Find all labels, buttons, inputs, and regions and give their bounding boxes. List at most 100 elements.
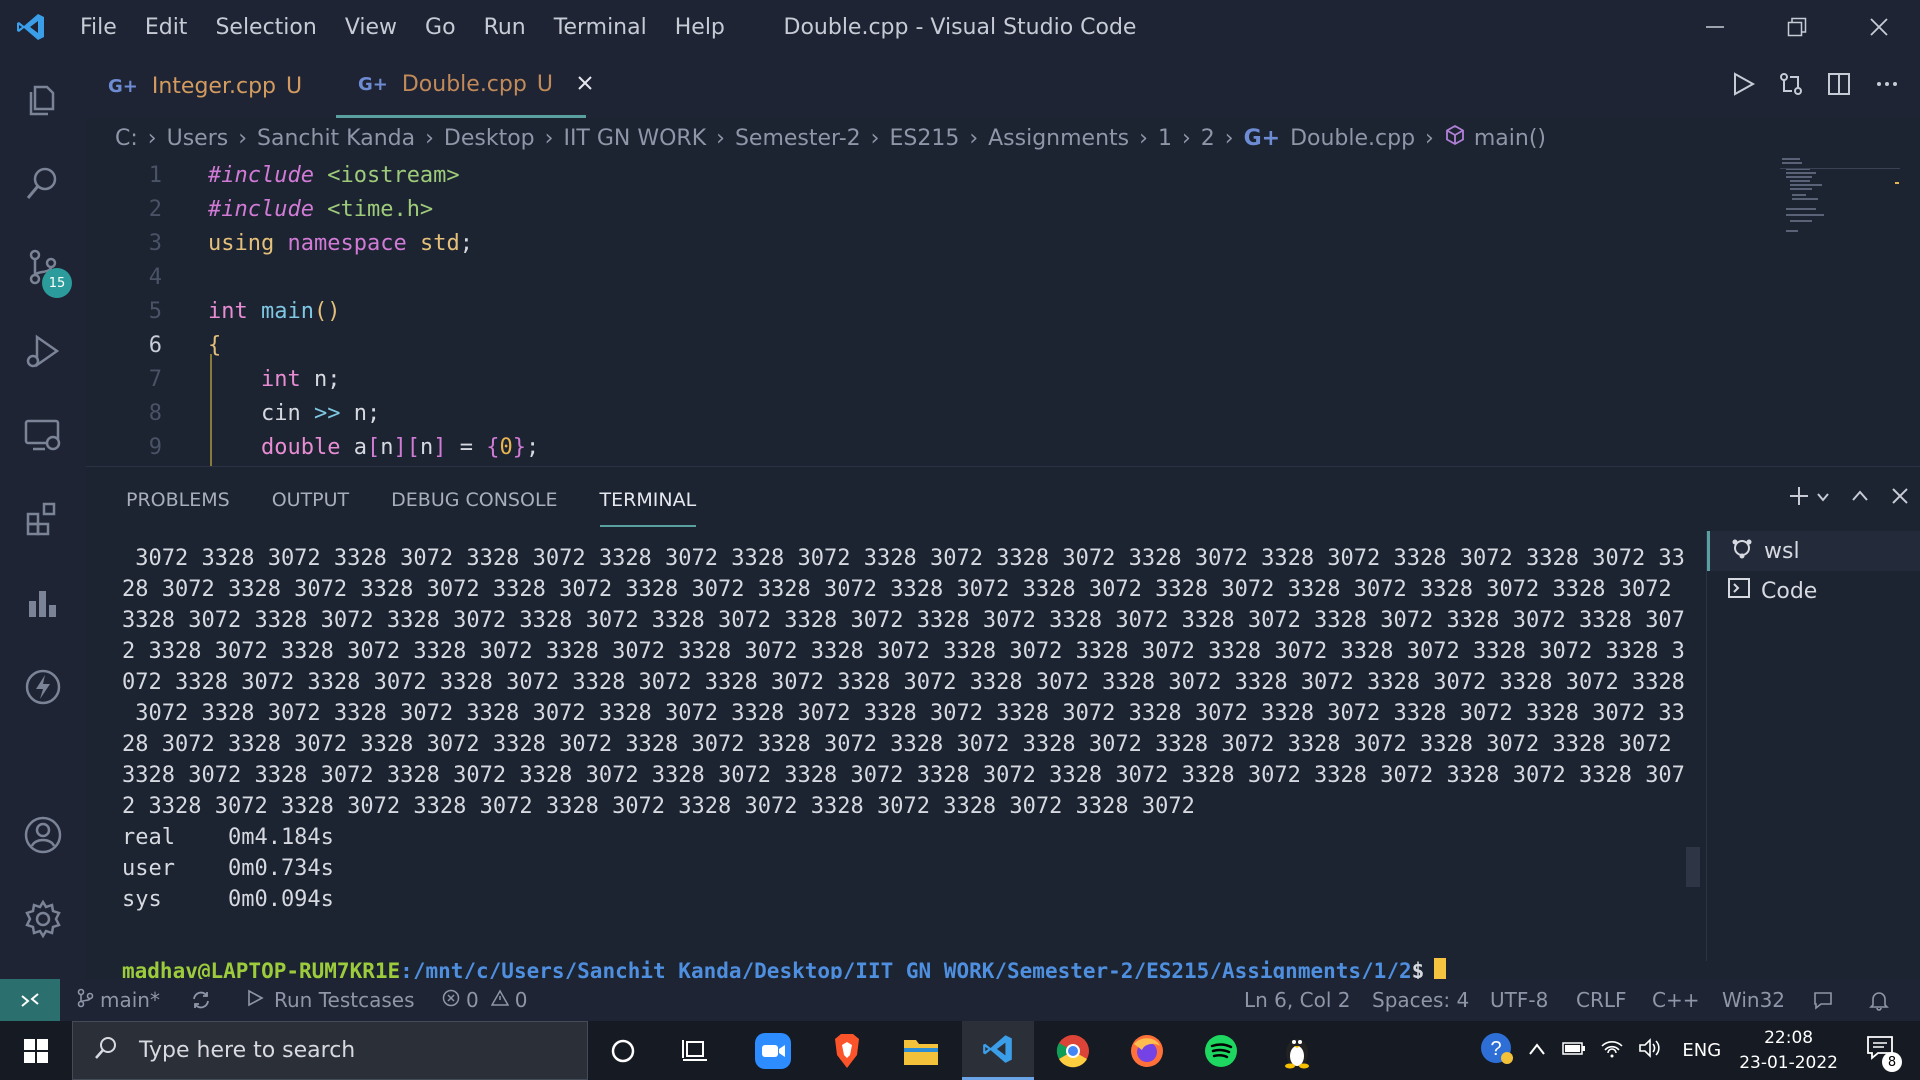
notifications-bell-icon[interactable]	[1868, 979, 1890, 1021]
menu-run[interactable]: Run	[484, 15, 526, 40]
breadcrumb-symbol[interactable]: main()	[1474, 126, 1546, 151]
spotify-icon[interactable]	[1186, 1021, 1256, 1080]
line-ending[interactable]: CRLF	[1576, 979, 1627, 1021]
indentation[interactable]: Spaces: 4	[1372, 979, 1469, 1021]
settings-gear-icon[interactable]	[0, 884, 86, 954]
lightning-icon[interactable]	[0, 652, 86, 722]
vscode-taskbar-icon[interactable]	[962, 1021, 1034, 1080]
windows-start-icon[interactable]	[0, 1021, 72, 1080]
explorer-icon[interactable]	[0, 64, 86, 134]
battery-icon[interactable]	[1562, 1039, 1586, 1062]
chevron-up-icon[interactable]	[1528, 1040, 1546, 1061]
firefox-icon[interactable]	[1112, 1021, 1182, 1080]
terminal-item-code[interactable]: Code	[1707, 571, 1920, 611]
branch-name: main*	[100, 988, 160, 1012]
code-line-8: cin >> n;	[260, 400, 381, 426]
feedback-icon[interactable]	[1812, 979, 1834, 1021]
breadcrumb-item[interactable]: ES215	[889, 126, 959, 151]
maximize-panel-icon[interactable]	[1850, 486, 1870, 510]
platform[interactable]: Win32	[1722, 979, 1785, 1021]
taskbar-search[interactable]: Type here to search	[72, 1021, 588, 1080]
wifi-icon[interactable]	[1600, 1038, 1624, 1063]
language-indicator[interactable]: ENG	[1682, 1040, 1721, 1061]
new-terminal-icon[interactable]	[1788, 485, 1810, 511]
source-control-icon[interactable]: 15	[0, 232, 86, 302]
terminal-item-label: Code	[1761, 578, 1818, 604]
compare-changes-icon[interactable]	[1778, 71, 1804, 101]
tab-terminal[interactable]: TERMINAL	[599, 489, 697, 527]
terminal-item-wsl[interactable]: wsl	[1707, 531, 1920, 571]
search-icon[interactable]	[0, 148, 86, 218]
run-file-icon[interactable]	[1730, 71, 1756, 101]
terminal-scrollbar[interactable]	[1686, 847, 1700, 887]
breadcrumb-item[interactable]: 1	[1158, 126, 1172, 151]
breadcrumb-item[interactable]: Assignments	[988, 126, 1129, 151]
tab-output[interactable]: OUTPUT	[272, 489, 349, 527]
split-editor-icon[interactable]	[1826, 71, 1852, 101]
chevron-down-icon[interactable]	[1816, 489, 1830, 508]
breadcrumb-item[interactable]: IIT GN WORK	[563, 126, 706, 151]
menu-selection[interactable]: Selection	[215, 15, 316, 40]
analytics-icon[interactable]	[0, 568, 86, 638]
source-control-badge: 15	[42, 268, 72, 298]
menu-help[interactable]: Help	[675, 15, 725, 40]
run-debug-icon[interactable]	[0, 316, 86, 386]
cpp-file-icon: G+	[358, 74, 388, 95]
chevron-right-icon: ›	[1224, 125, 1234, 151]
cortana-icon[interactable]	[588, 1021, 658, 1080]
accounts-icon[interactable]	[0, 800, 86, 870]
problems-indicator[interactable]: 00	[442, 979, 527, 1021]
terminal-line: sys 0m0.094s	[122, 887, 334, 912]
menu-edit[interactable]: Edit	[145, 15, 188, 40]
run-testcases-button[interactable]: Run Testcases	[246, 979, 415, 1021]
menu-go[interactable]: Go	[425, 15, 456, 40]
tab-status: U	[536, 72, 553, 97]
breadcrumb-item[interactable]: Sanchit Kanda	[257, 126, 415, 151]
close-tab-icon[interactable]	[577, 72, 593, 97]
linux-penguin-icon[interactable]	[1262, 1021, 1332, 1080]
clock[interactable]: 22:08 23-01-2022	[1739, 1026, 1838, 1076]
branch-indicator[interactable]: main*	[76, 979, 160, 1021]
code-line-3: using namespace std;	[208, 230, 473, 256]
code-editor[interactable]: 1 #include <iostream> 2 #include <time.h> …	[86, 158, 1920, 466]
volume-icon[interactable]	[1638, 1038, 1662, 1063]
encoding[interactable]: UTF-8	[1490, 979, 1548, 1021]
notification-center-icon[interactable]: 8	[1866, 1035, 1902, 1072]
file-explorer-icon[interactable]	[886, 1021, 956, 1080]
menu-terminal[interactable]: Terminal	[554, 15, 647, 40]
breadcrumb-item[interactable]: C:	[115, 126, 138, 151]
code-line-2: #include <time.h>	[208, 196, 434, 222]
tab-integer-cpp[interactable]: G+ Integer.cpp U	[86, 54, 322, 118]
cursor-position[interactable]: Ln 6, Col 2	[1244, 979, 1350, 1021]
sync-icon[interactable]	[190, 979, 212, 1021]
help-icon[interactable]: ?	[1480, 1031, 1514, 1070]
more-actions-icon[interactable]	[1874, 71, 1900, 101]
terminal-output[interactable]: 3072 3328 3072 3328 3072 3328 3072 3328 …	[122, 543, 1685, 915]
extensions-icon[interactable]	[0, 484, 86, 554]
close-panel-icon[interactable]	[1890, 486, 1910, 510]
breadcrumb-item[interactable]: Desktop	[444, 126, 535, 151]
chevron-right-icon: ›	[1425, 125, 1434, 151]
tab-problems[interactable]: PROBLEMS	[126, 489, 230, 527]
menu-view[interactable]: View	[345, 15, 397, 40]
tab-double-cpp[interactable]: G+ Double.cpp U	[336, 54, 592, 118]
remote-indicator-icon[interactable]	[0, 979, 60, 1021]
task-view-icon[interactable]	[660, 1021, 730, 1080]
line-number: 4	[148, 264, 162, 290]
chrome-icon[interactable]	[1038, 1021, 1108, 1080]
brave-browser-icon[interactable]	[812, 1021, 882, 1080]
tab-debug-console[interactable]: DEBUG CONSOLE	[391, 489, 557, 527]
breadcrumb-item[interactable]: 2	[1201, 126, 1215, 151]
minimap[interactable]	[1780, 158, 1900, 458]
language-mode[interactable]: C++	[1652, 979, 1699, 1021]
breadcrumb-item[interactable]: Semester-2	[735, 126, 861, 151]
remote-explorer-icon[interactable]	[0, 400, 86, 470]
minimize-icon[interactable]	[1674, 0, 1756, 54]
breadcrumb-file[interactable]: Double.cpp	[1290, 126, 1415, 151]
close-window-icon[interactable]	[1838, 0, 1920, 54]
error-icon	[442, 988, 460, 1012]
menu-file[interactable]: File	[80, 15, 117, 40]
zoom-app-icon[interactable]	[738, 1021, 808, 1080]
restore-icon[interactable]	[1756, 0, 1838, 54]
breadcrumb-item[interactable]: Users	[167, 126, 229, 151]
